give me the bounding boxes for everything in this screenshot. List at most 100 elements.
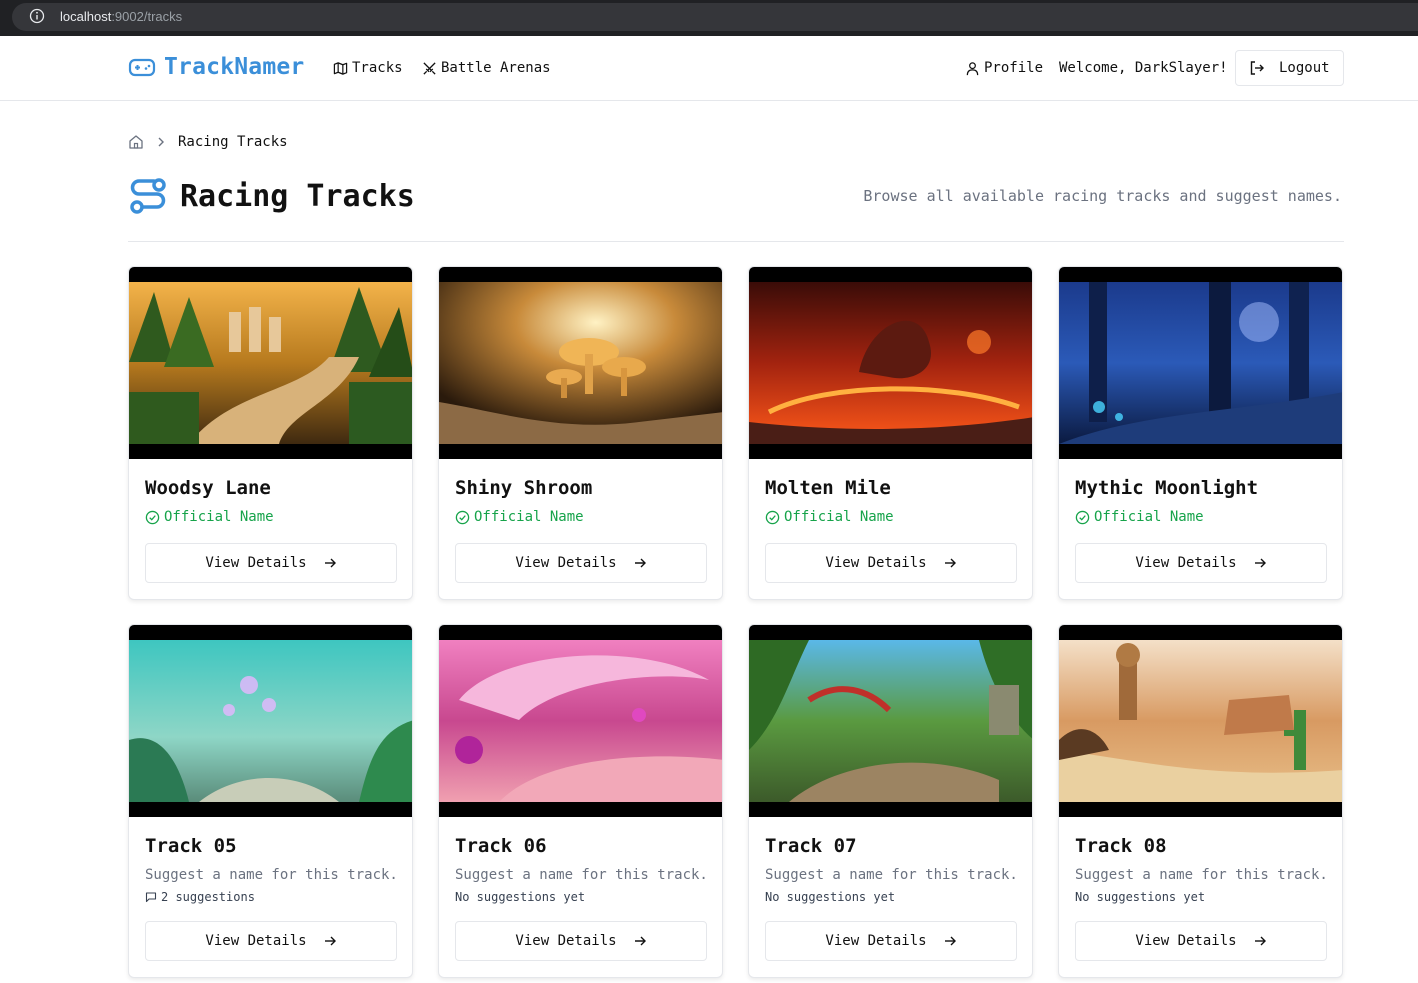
top-nav: TrackNamer Tracks Battle Arenas Profile … <box>0 36 1418 101</box>
track-title: Woodsy Lane <box>145 477 271 499</box>
official-name-badge: Official Name <box>455 509 584 525</box>
view-details-label: View Details <box>515 555 617 571</box>
url-path: :9002/tracks <box>111 9 183 24</box>
nav-link-tracks[interactable]: Tracks <box>333 60 403 76</box>
breadcrumb: Racing Tracks <box>128 134 288 150</box>
suggestion-count: No suggestions yet <box>1075 890 1205 904</box>
header-divider <box>128 241 1344 242</box>
track-image-06 <box>439 640 722 802</box>
view-details-button[interactable]: View Details <box>1075 921 1327 961</box>
track-title: Track 08 <box>1075 835 1167 857</box>
track-image-shroom <box>439 282 722 444</box>
suggest-prompt: Suggest a name for this track. <box>1075 867 1328 883</box>
nav-link-profile[interactable]: Profile <box>965 60 1043 76</box>
view-details-button[interactable]: View Details <box>765 921 1017 961</box>
official-name-label: Official Name <box>1094 509 1204 525</box>
track-title: Mythic Moonlight <box>1075 477 1259 499</box>
chevron-right-icon <box>158 137 164 147</box>
message-icon <box>145 892 157 903</box>
view-details-button[interactable]: View Details <box>455 543 707 583</box>
view-details-button[interactable]: View Details <box>455 921 707 961</box>
track-image[interactable] <box>749 625 1032 817</box>
nav-link-battle-arenas-label: Battle Arenas <box>441 60 551 76</box>
view-details-button[interactable]: View Details <box>145 543 397 583</box>
swords-icon <box>423 61 436 75</box>
official-name-badge: Official Name <box>1075 509 1204 525</box>
track-image-07 <box>749 640 1032 802</box>
track-title: Track 06 <box>455 835 547 857</box>
track-image[interactable] <box>1059 267 1342 459</box>
track-card: Molten Mile Official Name View Details <box>748 266 1033 600</box>
track-image[interactable] <box>439 625 722 817</box>
arrow-right-icon <box>634 558 646 568</box>
suggestion-count: 2 suggestions <box>145 890 255 904</box>
track-image[interactable] <box>129 267 412 459</box>
track-title: Track 07 <box>765 835 857 857</box>
track-card: Track 05 Suggest a name for this track. … <box>128 624 413 978</box>
arrow-right-icon <box>944 936 956 946</box>
brand-name: TrackNamer <box>164 54 305 80</box>
route-icon <box>130 178 166 214</box>
info-icon[interactable] <box>29 8 45 24</box>
arrow-right-icon <box>944 558 956 568</box>
view-details-label: View Details <box>205 933 307 949</box>
address-bar[interactable] <box>12 3 1418 31</box>
suggestion-count-label: No suggestions yet <box>765 890 896 904</box>
suggestion-count-label: 2 suggestions <box>161 890 255 904</box>
view-details-button[interactable]: View Details <box>1075 543 1327 583</box>
check-circle-icon <box>145 510 160 524</box>
url-text[interactable]: localhost:9002/tracks <box>60 9 182 24</box>
track-image-moonlight <box>1059 282 1342 444</box>
view-details-label: View Details <box>515 933 617 949</box>
track-image-woodsy <box>129 282 412 444</box>
home-icon[interactable] <box>128 134 144 150</box>
view-details-button[interactable]: View Details <box>765 543 1017 583</box>
page-description: Browse all available racing tracks and s… <box>863 187 1342 205</box>
track-title: Track 05 <box>145 835 237 857</box>
browser-bar: localhost:9002/tracks <box>0 0 1418 36</box>
nav-link-tracks-label: Tracks <box>352 60 403 76</box>
view-details-button[interactable]: View Details <box>145 921 397 961</box>
brand-logo[interactable]: TrackNamer <box>128 54 304 80</box>
suggestion-count-label: No suggestions yet <box>1075 890 1206 904</box>
suggestion-count: No suggestions yet <box>455 890 585 904</box>
track-image[interactable] <box>1059 625 1342 817</box>
view-details-label: View Details <box>825 555 927 571</box>
track-image[interactable] <box>129 625 412 817</box>
track-image-05 <box>129 640 412 802</box>
track-title: Molten Mile <box>765 477 891 499</box>
suggest-prompt: Suggest a name for this track. <box>455 867 708 883</box>
check-circle-icon <box>455 510 470 524</box>
track-card: Track 08 Suggest a name for this track. … <box>1058 624 1343 978</box>
official-name-label: Official Name <box>784 509 894 525</box>
track-image[interactable] <box>439 267 722 459</box>
suggestion-count: No suggestions yet <box>765 890 895 904</box>
view-details-label: View Details <box>1135 933 1237 949</box>
check-circle-icon <box>765 510 780 524</box>
official-name-label: Official Name <box>164 509 274 525</box>
page-title: Racing Tracks <box>180 178 415 214</box>
track-card: Shiny Shroom Official Name View Details <box>438 266 723 600</box>
track-image-08 <box>1059 640 1342 802</box>
nav-link-battle-arenas[interactable]: Battle Arenas <box>422 60 551 76</box>
logout-icon <box>1250 61 1264 75</box>
breadcrumb-current: Racing Tracks <box>178 134 288 150</box>
url-host: localhost <box>60 9 112 24</box>
view-details-label: View Details <box>205 555 307 571</box>
arrow-right-icon <box>1254 936 1266 946</box>
track-card: Track 06 Suggest a name for this track. … <box>438 624 723 978</box>
user-icon <box>966 61 979 75</box>
arrow-right-icon <box>1254 558 1266 568</box>
official-name-badge: Official Name <box>765 509 894 525</box>
track-image-molten <box>749 282 1032 444</box>
logout-button[interactable]: Logout <box>1235 50 1344 86</box>
logout-label: Logout <box>1279 60 1330 76</box>
arrow-right-icon <box>634 936 646 946</box>
view-details-label: View Details <box>825 933 927 949</box>
suggest-prompt: Suggest a name for this track. <box>145 867 398 883</box>
page-header: Racing Tracks <box>128 176 415 216</box>
track-image[interactable] <box>749 267 1032 459</box>
suggest-prompt: Suggest a name for this track. <box>765 867 1018 883</box>
track-card: Track 07 Suggest a name for this track. … <box>748 624 1033 978</box>
official-name-label: Official Name <box>474 509 584 525</box>
